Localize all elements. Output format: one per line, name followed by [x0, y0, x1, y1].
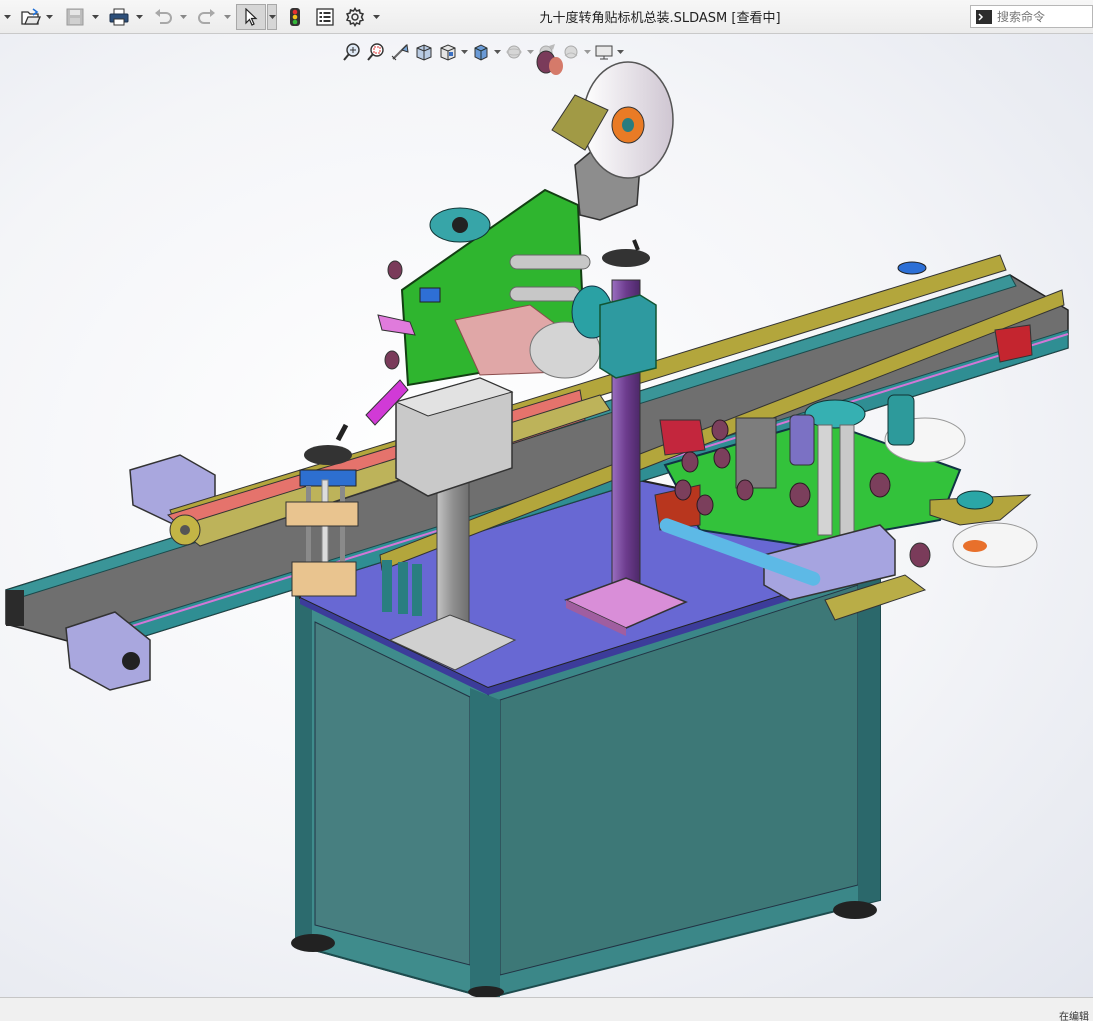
command-toolbar: 九十度转角贴标机总装.SLDASM [查看中]: [0, 0, 1093, 34]
undo-button[interactable]: [150, 4, 176, 30]
undo-arrow-icon: [155, 9, 172, 24]
redo-button[interactable]: [194, 4, 220, 30]
command-prompt-icon: [976, 9, 992, 24]
file-properties-button[interactable]: [312, 4, 338, 30]
support-posts: [382, 560, 422, 616]
left-sensor-bracket: [285, 423, 359, 597]
open-folder-icon: [21, 8, 41, 25]
gear-icon: [345, 7, 365, 27]
labeling-machine-assembly-model[interactable]: [0, 34, 1093, 997]
options-button[interactable]: [342, 4, 368, 30]
document-title: 九十度转角贴标机总装.SLDASM [查看中]: [539, 11, 781, 26]
menu-expand-arrow-icon[interactable]: [2, 4, 12, 30]
properties-list-icon: [316, 8, 334, 26]
redo-arrow-icon: [198, 9, 215, 24]
open-button[interactable]: [18, 4, 44, 30]
select-dropdown-arrow-icon[interactable]: [267, 4, 277, 30]
print-dropdown-arrow-icon[interactable]: [134, 4, 144, 30]
traffic-light-icon: [290, 8, 300, 26]
printer-icon: [109, 8, 129, 26]
save-button[interactable]: [62, 4, 88, 30]
select-button[interactable]: [236, 4, 266, 30]
save-dropdown-arrow-icon[interactable]: [90, 4, 100, 30]
print-button[interactable]: [106, 4, 132, 30]
undo-dropdown-arrow-icon[interactable]: [178, 4, 188, 30]
status-bar: 在编辑: [0, 997, 1093, 1023]
redo-dropdown-arrow-icon[interactable]: [222, 4, 232, 30]
options-dropdown-arrow-icon[interactable]: [371, 4, 381, 30]
graphics-viewport[interactable]: [0, 34, 1093, 997]
search-input[interactable]: [997, 9, 1087, 24]
cursor-arrow-icon: [245, 8, 258, 26]
save-disk-icon: [66, 8, 84, 26]
rebuild-button[interactable]: [284, 4, 306, 30]
search-commands-box[interactable]: [970, 5, 1093, 28]
open-dropdown-arrow-icon[interactable]: [44, 4, 54, 30]
